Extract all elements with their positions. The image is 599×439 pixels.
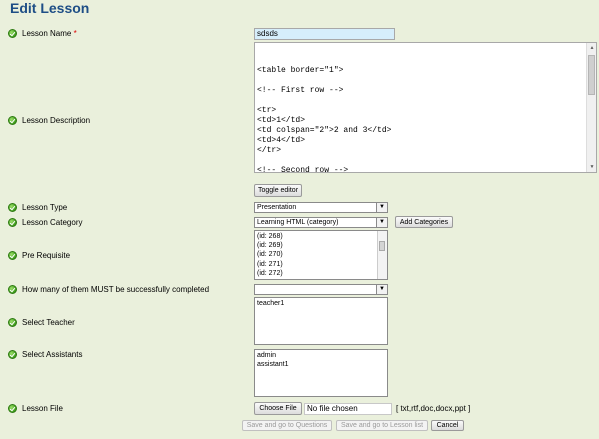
check-icon bbox=[8, 251, 17, 260]
check-icon bbox=[8, 350, 17, 359]
check-icon bbox=[8, 318, 17, 327]
scroll-down-icon[interactable]: ▼ bbox=[588, 163, 596, 171]
list-item[interactable]: (id: 268) bbox=[257, 232, 385, 241]
check-icon bbox=[8, 203, 17, 212]
scroll-thumb[interactable] bbox=[588, 55, 595, 95]
lesson-type-value: Presentation bbox=[257, 204, 297, 211]
list-item[interactable]: teacher1 bbox=[257, 299, 385, 308]
lesson-category-label: Lesson Category bbox=[22, 218, 83, 227]
chevron-down-icon: ▼ bbox=[376, 203, 387, 212]
pre-requisite-label-row: Pre Requisite bbox=[8, 251, 70, 260]
lesson-name-input[interactable]: sdsds bbox=[254, 28, 395, 40]
list-item[interactable]: assistant1 bbox=[257, 360, 385, 369]
list-item[interactable]: (id: 269) bbox=[257, 241, 385, 250]
lesson-category-select[interactable]: Learning HTML (category) ▼ bbox=[254, 217, 388, 228]
lesson-category-value: Learning HTML (category) bbox=[257, 219, 339, 226]
save-questions-button[interactable]: Save and go to Questions bbox=[242, 420, 332, 431]
cancel-button[interactable]: Cancel bbox=[431, 420, 464, 431]
lesson-description-content: <table border="1"> <!-- First row --> <t… bbox=[257, 66, 392, 173]
list-item[interactable]: (id: 270) bbox=[257, 250, 385, 259]
save-list-button[interactable]: Save and go to Lesson list bbox=[336, 420, 428, 431]
chevron-down-icon: ▼ bbox=[376, 218, 387, 227]
check-icon bbox=[8, 285, 17, 294]
assistants-listbox[interactable]: admin assistant1 bbox=[254, 349, 388, 397]
page-title: Edit Lesson bbox=[10, 0, 90, 16]
assistants-label-row: Select Assistants bbox=[8, 350, 82, 359]
list-item[interactable]: (id: 271) bbox=[257, 260, 385, 269]
required-mark: * bbox=[73, 29, 77, 38]
lesson-type-select[interactable]: Presentation ▼ bbox=[254, 202, 388, 213]
scroll-thumb[interactable] bbox=[379, 241, 385, 251]
lesson-name-label-row: Lesson Name * bbox=[8, 29, 77, 38]
teacher-listbox[interactable]: teacher1 bbox=[254, 297, 388, 345]
description-scrollbar[interactable]: ▲ ▼ bbox=[586, 43, 596, 172]
lesson-description-label-row: Lesson Description bbox=[8, 116, 90, 125]
lesson-description-label: Lesson Description bbox=[22, 116, 91, 125]
lesson-name-label: Lesson Name bbox=[22, 29, 72, 38]
assistants-label: Select Assistants bbox=[22, 350, 83, 359]
list-item[interactable]: admin bbox=[257, 351, 385, 360]
file-status-text: No file chosen bbox=[304, 403, 392, 415]
toggle-editor-button[interactable]: Toggle editor bbox=[254, 184, 302, 197]
choose-file-button[interactable]: Choose File bbox=[254, 402, 302, 415]
file-formats-text: [ txt,rtf,doc,docx,ppt ] bbox=[396, 404, 471, 413]
lesson-type-label: Lesson Type bbox=[22, 203, 68, 212]
lesson-file-label: Lesson File bbox=[22, 404, 63, 413]
scroll-up-icon[interactable]: ▲ bbox=[588, 44, 596, 52]
must-complete-label-row: How many of them MUST be successfully co… bbox=[8, 285, 209, 294]
lesson-type-label-row: Lesson Type bbox=[8, 203, 67, 212]
chevron-down-icon: ▼ bbox=[376, 285, 387, 294]
listbox-scrollbar[interactable] bbox=[377, 231, 387, 279]
must-complete-label: How many of them MUST be successfully co… bbox=[22, 285, 210, 294]
lesson-category-label-row: Lesson Category bbox=[8, 218, 82, 227]
check-icon bbox=[8, 116, 17, 125]
lesson-description-textarea[interactable]: <table border="1"> <!-- First row --> <t… bbox=[254, 42, 597, 173]
teacher-label-row: Select Teacher bbox=[8, 318, 75, 327]
check-icon bbox=[8, 404, 17, 413]
add-categories-button[interactable]: Add Categories bbox=[395, 216, 453, 228]
teacher-label: Select Teacher bbox=[22, 318, 75, 327]
list-item[interactable]: (id: 272) bbox=[257, 269, 385, 278]
lesson-file-label-row: Lesson File bbox=[8, 404, 63, 413]
pre-requisite-listbox[interactable]: (id: 268) (id: 269) (id: 270) (id: 271) … bbox=[254, 230, 388, 280]
check-icon bbox=[8, 29, 17, 38]
check-icon bbox=[8, 218, 17, 227]
must-complete-select[interactable]: ▼ bbox=[254, 284, 388, 295]
pre-requisite-label: Pre Requisite bbox=[22, 251, 71, 260]
